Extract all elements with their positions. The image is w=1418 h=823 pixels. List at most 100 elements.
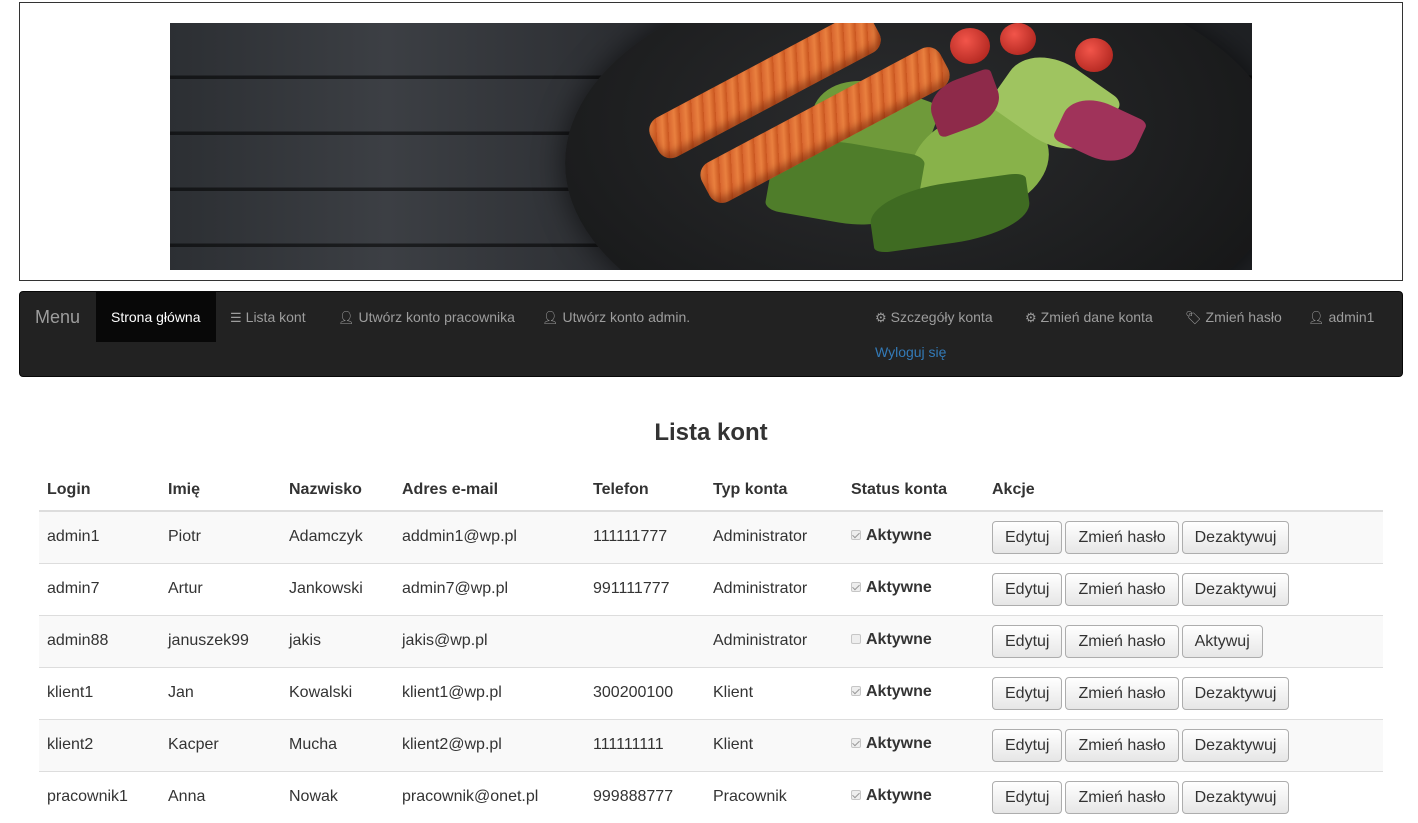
column-header-account-type: Typ konta [705, 470, 843, 512]
table-row: admin7 Artur Jankowski admin7@wp.pl 9911… [39, 562, 1383, 615]
page-title: Lista kont [654, 419, 768, 446]
change-password-button[interactable]: Zmień hasło [1065, 676, 1179, 710]
cell-status: Aktywne [843, 770, 984, 823]
cell-actions: Edytuj Zmień hasło Dezaktywuj [984, 510, 1383, 563]
nav-user-admin1[interactable]: 👤︎ admin1 [1293, 292, 1389, 342]
gear-icon: ⚙ [875, 310, 887, 325]
table-row: klient2 Kacper Mucha klient2@wp.pl 11111… [39, 718, 1383, 771]
cell-status: Aktywne [843, 718, 984, 771]
activate-button[interactable]: Aktywuj [1181, 624, 1263, 658]
nav-account-list-label: Lista kont [245, 309, 306, 325]
edit-button[interactable]: Edytuj [992, 624, 1063, 658]
nav-change-account-data-label: Zmień dane konta [1040, 309, 1153, 325]
cell-last-name: Jankowski [281, 562, 394, 615]
nav-user-label: admin1 [1328, 309, 1375, 325]
status-checkbox [851, 529, 861, 540]
user-icon: 👤︎ [542, 310, 559, 325]
column-header-last-name: Nazwisko [281, 470, 394, 512]
table-header-row: Login Imię Nazwisko Adres e-mail Telefon… [39, 470, 1383, 512]
nav-create-employee-label: Utwórz konto pracownika [358, 309, 515, 325]
deactivate-button[interactable]: Dezaktywuj [1181, 780, 1290, 814]
cell-first-name: januszek99 [160, 614, 281, 667]
cell-phone: 111111777 [585, 510, 705, 563]
cell-last-name: Mucha [281, 718, 394, 771]
list-icon: ☰ [230, 310, 242, 325]
logout-link[interactable]: Wyloguj się [860, 342, 961, 362]
nav-account-details-label: Szczegóły konta [890, 309, 993, 325]
cell-last-name: Adamczyk [281, 510, 394, 563]
edit-button[interactable]: Edytuj [992, 520, 1063, 554]
status-checkbox [851, 737, 861, 748]
edit-button[interactable]: Edytuj [992, 676, 1063, 710]
status-label: Aktywne [866, 734, 932, 752]
status-checkbox [851, 685, 861, 696]
cell-login: admin1 [39, 510, 160, 563]
cell-login: admin7 [39, 562, 160, 615]
user-icon: 👤︎ [338, 310, 355, 325]
cell-email: jakis@wp.pl [394, 614, 585, 667]
change-password-button[interactable]: Zmień hasło [1065, 728, 1179, 762]
nav-change-account-data[interactable]: ⚙ Zmień dane konta [1010, 292, 1168, 342]
cell-actions: Edytuj Zmień hasło Dezaktywuj [984, 666, 1383, 719]
cell-login: pracownik1 [39, 770, 160, 823]
cell-first-name: Kacper [160, 718, 281, 771]
nav-home-label: Strona główna [111, 309, 201, 325]
navbar-brand[interactable]: Menu [35, 307, 80, 327]
status-label: Aktywne [866, 630, 932, 648]
table-row: admin1 Piotr Adamczyk addmin1@wp.pl 1111… [39, 510, 1383, 563]
nav-change-password[interactable]: 🏷︎ Zmień hasło [1170, 292, 1297, 342]
nav-create-admin[interactable]: 👤︎ Utwórz konto admin. [527, 292, 705, 342]
cell-email: klient2@wp.pl [394, 718, 585, 771]
status-checkbox [851, 789, 861, 800]
cell-account-type: Klient [705, 666, 843, 719]
cell-phone: 111111111 [585, 718, 705, 771]
nav-account-list[interactable]: ☰ Lista kont [215, 292, 321, 342]
edit-button[interactable]: Edytuj [992, 780, 1063, 814]
cell-login: klient2 [39, 718, 160, 771]
nav-home[interactable]: Strona główna [96, 292, 216, 342]
navbar: Menu Strona główna ☰ Lista kont 👤︎ Utwórz … [19, 291, 1403, 377]
cell-phone: 991111777 [585, 562, 705, 615]
change-password-button[interactable]: Zmień hasło [1065, 520, 1179, 554]
accounts-table: Login Imię Nazwisko Adres e-mail Telefon… [39, 470, 1383, 823]
cell-account-type: Administrator [705, 510, 843, 563]
tomato [950, 28, 990, 64]
nav-create-employee[interactable]: 👤︎ Utwórz konto pracownika [323, 292, 530, 342]
cell-last-name: Kowalski [281, 666, 394, 719]
cell-phone: 999888777 [585, 770, 705, 823]
column-header-login: Login [39, 470, 160, 512]
cell-account-type: Klient [705, 718, 843, 771]
table-row: pracownik1 Anna Nowak pracownik@onet.pl … [39, 770, 1383, 823]
edit-button[interactable]: Edytuj [992, 572, 1063, 606]
edit-button[interactable]: Edytuj [992, 728, 1063, 762]
cell-account-type: Administrator [705, 614, 843, 667]
cell-first-name: Jan [160, 666, 281, 719]
tomato [1075, 38, 1113, 72]
cell-first-name: Artur [160, 562, 281, 615]
status-checkbox [851, 581, 861, 592]
change-password-button[interactable]: Zmień hasło [1065, 572, 1179, 606]
cell-status: Aktywne [843, 666, 984, 719]
column-header-first-name: Imię [160, 470, 281, 512]
change-password-button[interactable]: Zmień hasło [1065, 780, 1179, 814]
cell-phone: 300200100 [585, 666, 705, 719]
nav-account-details[interactable]: ⚙ Szczegóły konta [860, 292, 1008, 342]
cell-email: admin7@wp.pl [394, 562, 585, 615]
tomato [1000, 23, 1036, 55]
salmon-salad-banner-image [170, 23, 1252, 270]
deactivate-button[interactable]: Dezaktywuj [1181, 676, 1290, 710]
deactivate-button[interactable]: Dezaktywuj [1181, 520, 1290, 554]
nav-change-password-label: Zmień hasło [1205, 309, 1282, 325]
status-label: Aktywne [866, 526, 932, 544]
deactivate-button[interactable]: Dezaktywuj [1181, 572, 1290, 606]
change-password-button[interactable]: Zmień hasło [1065, 624, 1179, 658]
cell-first-name: Anna [160, 770, 281, 823]
cell-actions: Edytuj Zmień hasło Dezaktywuj [984, 718, 1383, 771]
deactivate-button[interactable]: Dezaktywuj [1181, 728, 1290, 762]
banner [19, 2, 1403, 281]
cell-email: addmin1@wp.pl [394, 510, 585, 563]
cell-status: Aktywne [843, 510, 984, 563]
nav-create-admin-label: Utwórz konto admin. [562, 309, 691, 325]
status-label: Aktywne [866, 578, 932, 596]
cell-account-type: Pracownik [705, 770, 843, 823]
